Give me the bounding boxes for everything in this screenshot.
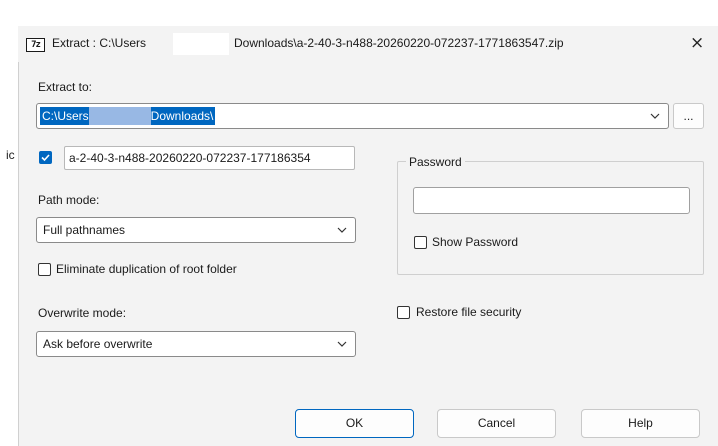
overwrite-mode-select[interactable]: Ask before overwrite [36, 331, 356, 357]
checkmark-icon [41, 154, 50, 162]
subfolder-checkbox[interactable] [39, 151, 52, 164]
password-group-label: Password [406, 155, 465, 169]
window-title-part1: Extract : C:\Users [52, 36, 147, 50]
background-window-strip [0, 0, 18, 446]
ok-button[interactable]: OK [295, 409, 414, 438]
window-title-part2: Downloads\a-2-40-3-n488-20260220-072237-… [234, 36, 564, 50]
subfolder-name-input[interactable]: a-2-40-3-n488-20260220-072237-177186354 [64, 146, 355, 170]
help-button[interactable]: Help [581, 409, 700, 438]
restore-security-checkbox[interactable] [397, 306, 410, 319]
password-group [397, 161, 704, 275]
extract-path-end: Downloads\ [150, 109, 214, 123]
extract-path-combobox[interactable]: C:\Users Downloads\ [36, 103, 669, 129]
chevron-down-icon[interactable] [336, 224, 348, 236]
7zip-app-icon: 7z [26, 38, 45, 52]
cancel-button[interactable]: Cancel [437, 409, 556, 438]
chevron-down-icon[interactable] [649, 110, 661, 122]
window-title: Extract : C:\Users Downloads\a-2-40-3-n4… [52, 36, 564, 50]
extract-path-selection: C:\Users Downloads\ [40, 107, 216, 125]
extract-path-start: C:\Users [42, 109, 89, 123]
path-mode-value: Full pathnames [43, 223, 126, 237]
path-mode-select[interactable]: Full pathnames [36, 217, 356, 243]
password-input[interactable] [413, 187, 690, 214]
chevron-down-icon[interactable] [336, 338, 348, 350]
browse-button[interactable]: ... [673, 103, 704, 129]
path-redaction [88, 107, 151, 125]
path-mode-label: Path mode: [38, 193, 100, 207]
overwrite-mode-value: Ask before overwrite [43, 337, 153, 351]
extract-to-label: Extract to: [38, 80, 93, 94]
eliminate-duplication-label[interactable]: Eliminate duplication of root folder [56, 262, 237, 276]
overwrite-mode-label: Overwrite mode: [38, 306, 127, 320]
restore-security-label[interactable]: Restore file security [416, 305, 521, 319]
show-password-checkbox[interactable] [414, 236, 427, 249]
close-icon[interactable]: × [690, 34, 704, 52]
title-redaction [173, 33, 229, 55]
show-password-label[interactable]: Show Password [432, 235, 518, 249]
eliminate-duplication-checkbox[interactable] [38, 263, 51, 276]
background-text-fragment: ic [6, 148, 15, 162]
